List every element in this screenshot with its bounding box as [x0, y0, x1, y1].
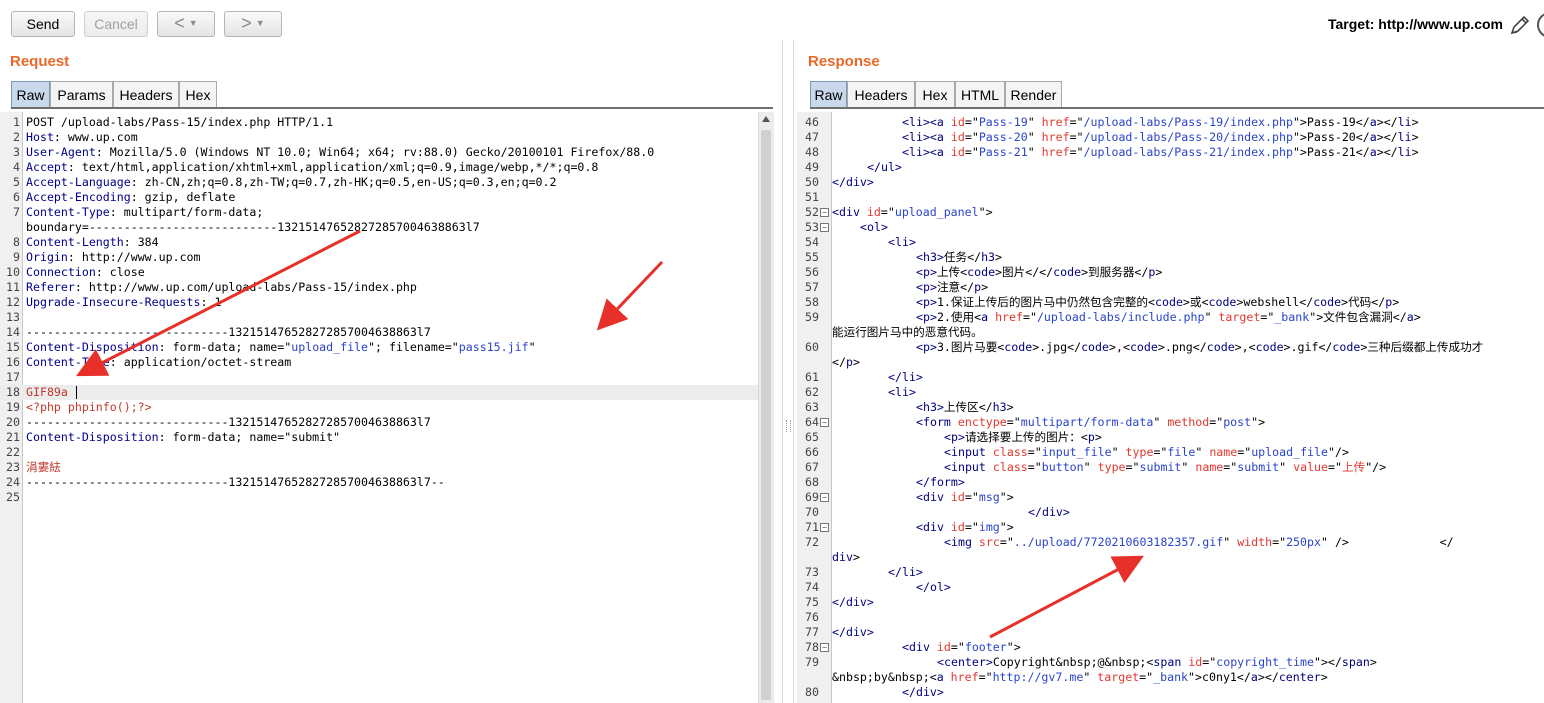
annotation-arrow — [596, 260, 664, 331]
annotation-overlay — [75, 229, 1144, 639]
annotation-arrow — [989, 555, 1144, 639]
annotation-arrow — [75, 229, 361, 377]
